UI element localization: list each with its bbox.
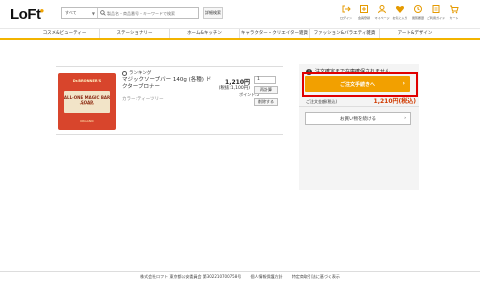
login-label: ログイン <box>339 16 352 20</box>
login-button[interactable]: ログイン <box>337 4 355 24</box>
advanced-search-button[interactable]: 詳細検索 <box>203 7 223 19</box>
product-image[interactable]: Dr.BRONNER'S ALL-ONE MAGIC BAR SOAP TEA … <box>58 73 116 130</box>
nav-item-character[interactable]: キャラクター・クリエイター雑貨 <box>240 29 310 38</box>
nav-item-art-design[interactable]: アート&デザイン <box>380 29 450 38</box>
checkout-button[interactable]: ご注文手続きへ › <box>305 76 410 92</box>
header-icons: ログイン 会員登録 マイページ お気に入り 閲覧履歴 ご利用ガイド カート <box>337 4 463 24</box>
product-variant: カラー:ティーツリー <box>122 97 164 102</box>
continue-shopping-button[interactable]: お買い物を続ける › <box>305 112 411 125</box>
delete-button[interactable]: 削除する <box>254 98 278 106</box>
chevron-right-icon: › <box>402 80 405 87</box>
product-image-footer: ORGANIC <box>79 119 95 123</box>
category-nav: コスメ&ビューティー ステーショナリー ホーム&キッチン キャラクター・クリエイ… <box>0 29 480 38</box>
footer-divider <box>0 271 480 272</box>
order-total: ご注文金額(税込) 1,210円(税込) <box>306 96 416 105</box>
nav-item-home-kitchen[interactable]: ホーム&キッチン <box>170 29 240 38</box>
login-icon <box>342 5 351 13</box>
nav-item-cosme[interactable]: コスメ&ビューティー <box>30 29 100 38</box>
recalculate-button[interactable]: 再計算 <box>254 86 278 94</box>
summary-divider <box>299 106 419 107</box>
history-icon <box>414 5 422 13</box>
cart-divider-top <box>56 66 283 67</box>
search-category-label: すべて <box>65 10 77 15</box>
order-total-label: ご注文金額(税込) <box>306 99 338 104</box>
footer-company: 株式会社ロフト 東京都公安委員会 第302210700758号 <box>140 274 242 279</box>
favorite-label: お気に入り <box>392 16 408 20</box>
chevron-down-icon: ▼ <box>91 10 95 16</box>
product-image-subtitle: TEA TREE <box>79 102 95 106</box>
footer-privacy-link[interactable]: 個人情報保護方針 <box>251 274 283 279</box>
favorite-button[interactable]: お気に入り <box>391 4 409 24</box>
continue-shopping-label: お買い物を続ける <box>340 116 376 122</box>
history-label: 閲覧履歴 <box>411 16 424 20</box>
heart-icon <box>395 5 405 13</box>
cart-label: カート <box>449 16 459 20</box>
cart-button[interactable]: カート <box>445 4 463 24</box>
quantity-input[interactable]: 1 <box>254 76 276 84</box>
register-label: 会員登録 <box>357 16 370 20</box>
search-icon[interactable] <box>98 8 107 18</box>
search-category-select[interactable]: すべて ▼ <box>62 8 98 18</box>
ranking-tag-label: ランキング <box>129 71 152 76</box>
ranking-icon <box>122 70 127 76</box>
product-image-brand: Dr.BRONNER'S <box>72 79 102 83</box>
chevron-right-icon: › <box>404 116 406 121</box>
nav-accent-line <box>0 38 480 40</box>
mypage-icon <box>378 5 386 14</box>
guide-icon <box>432 5 440 13</box>
ranking-tag: ランキング <box>122 70 151 76</box>
history-button[interactable]: 閲覧履歴 <box>409 4 427 24</box>
nav-item-fashion[interactable]: ファッション&バラエティ雑貨 <box>310 29 380 38</box>
nav-item-stationery[interactable]: ステーショナリー <box>100 29 170 38</box>
register-button[interactable]: 会員登録 <box>355 4 373 24</box>
mypage-button[interactable]: マイページ <box>373 4 391 24</box>
mypage-label: マイページ <box>374 16 390 20</box>
footer: 株式会社ロフト 東京都公安委員会 第302210700758号 個人情報保護方針… <box>0 274 480 280</box>
order-total-value: 1,210円(税込) <box>373 98 416 105</box>
register-icon <box>360 5 368 13</box>
guide-button[interactable]: ご利用ガイド <box>427 4 445 24</box>
guide-label: ご利用ガイド <box>427 16 446 20</box>
product-price-tax: (税抜:1,100円) <box>218 86 250 91</box>
search-bar: すべて ▼ <box>61 7 199 19</box>
cart-icon <box>450 5 459 14</box>
checkout-label: ご注文手続きへ <box>339 81 375 88</box>
footer-specified-link[interactable]: 特定商取引法に基づく表示 <box>292 274 340 279</box>
cart-divider-bottom <box>56 134 283 135</box>
search-input[interactable] <box>107 8 198 18</box>
loft-logo[interactable]: LoFt● <box>10 6 45 23</box>
header: LoFt● すべて ▼ 詳細検索 ログイン 会員登録 マイページ お気に入り <box>0 0 480 28</box>
